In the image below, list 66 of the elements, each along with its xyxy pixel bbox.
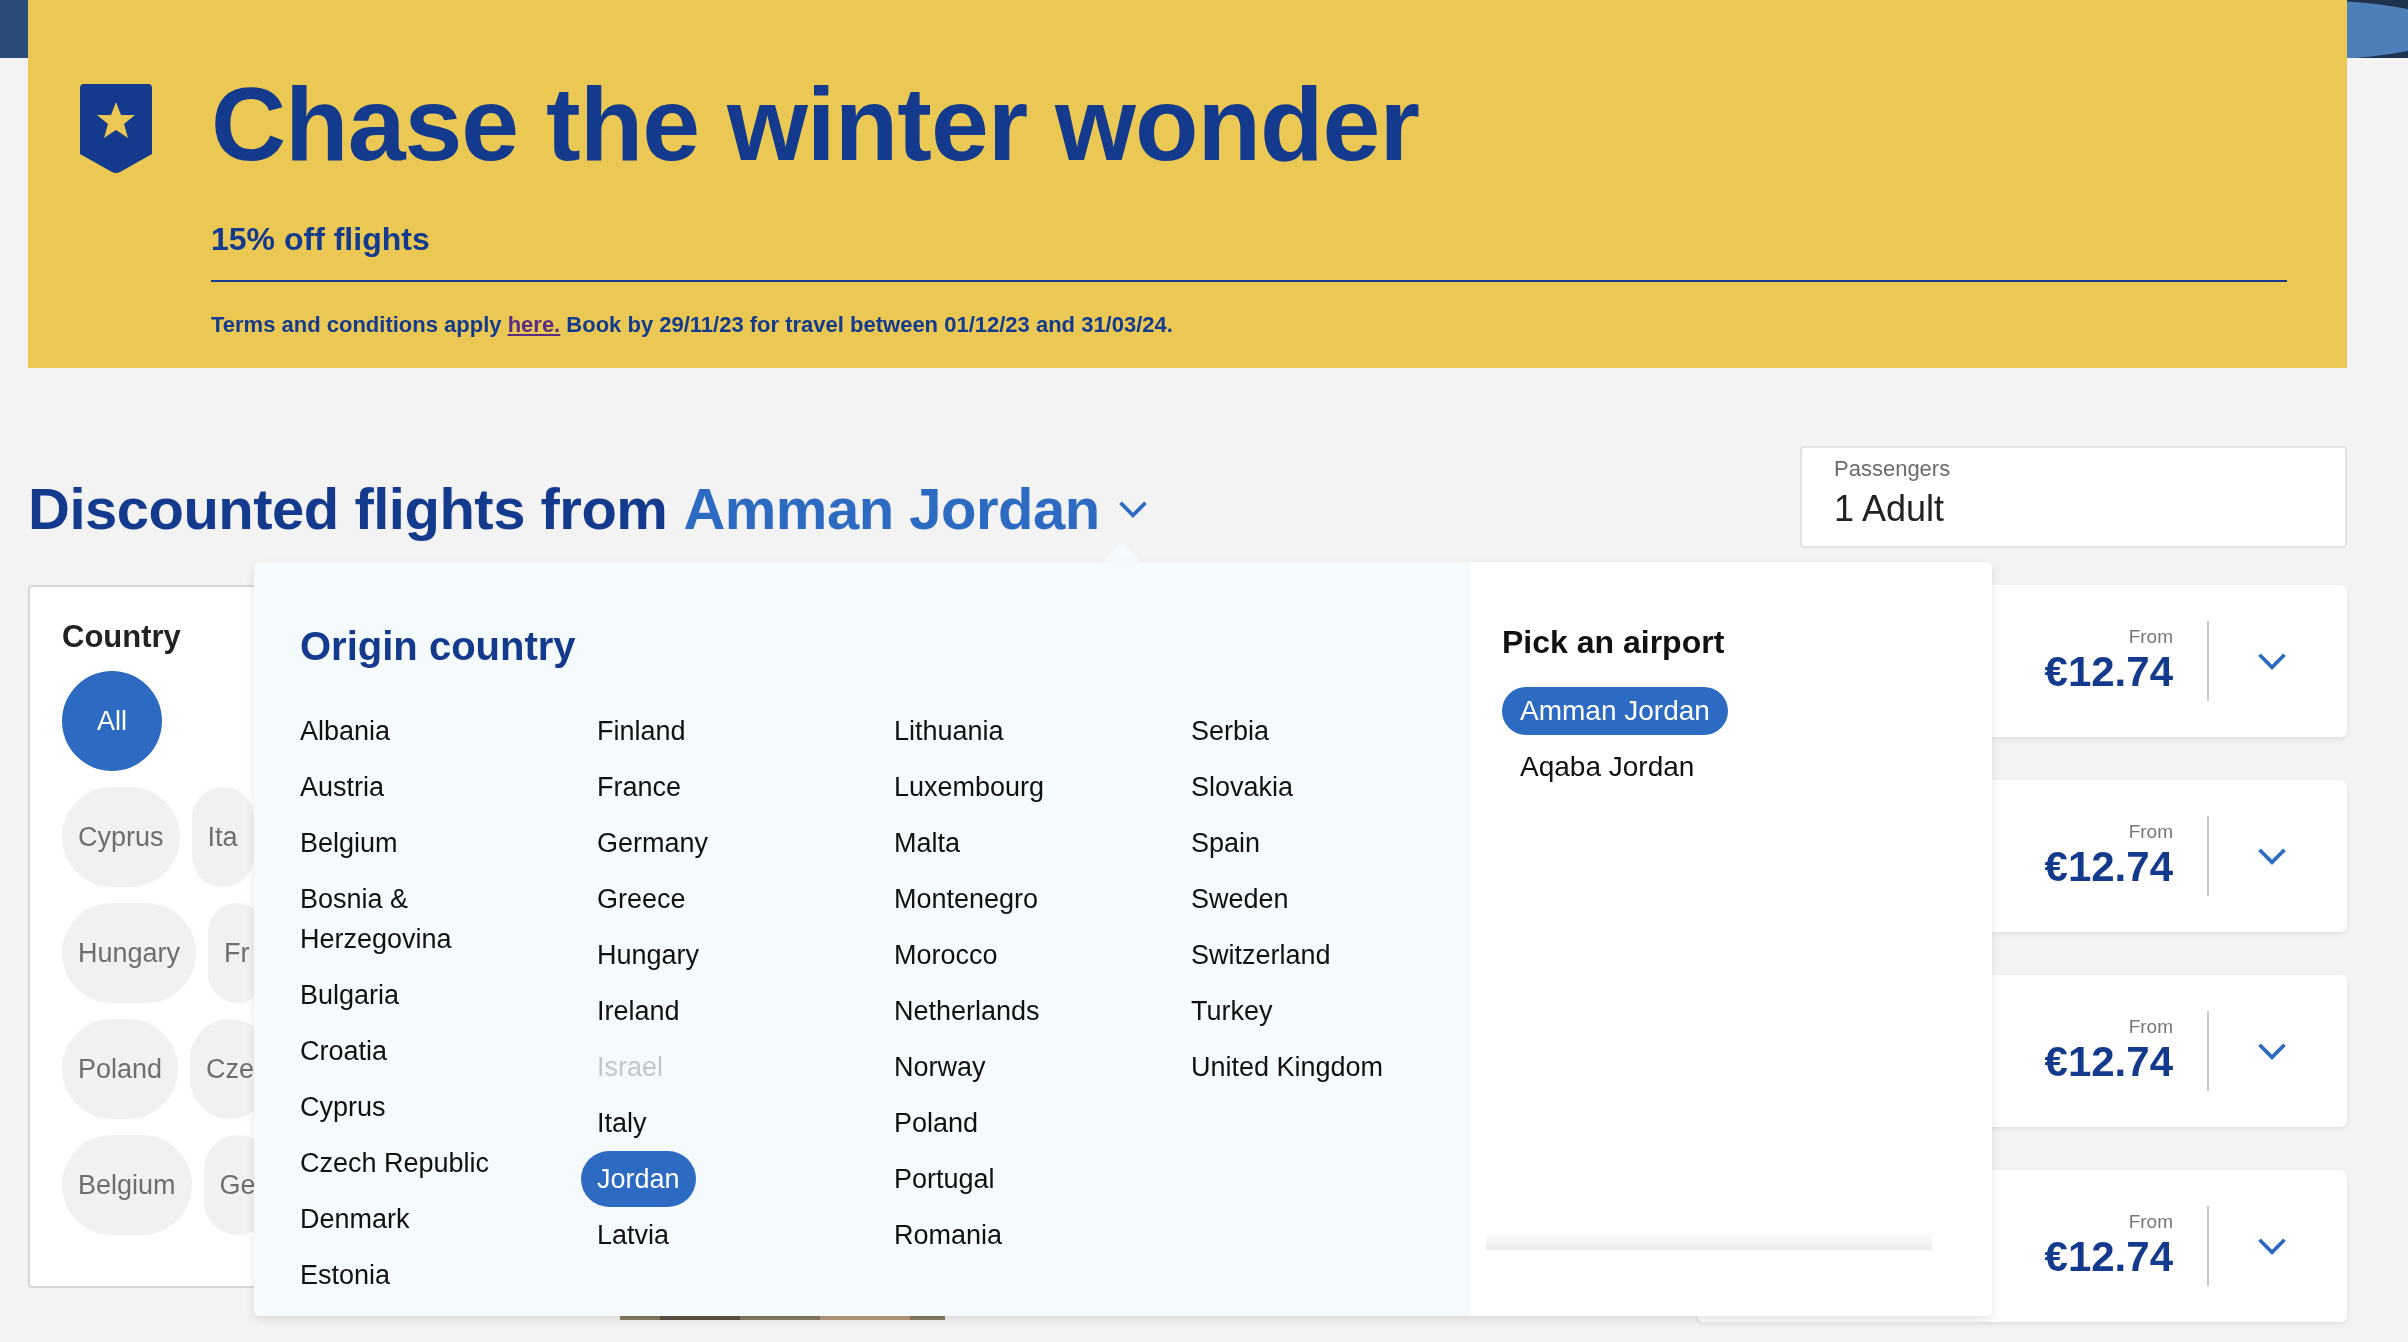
banner-subtitle: 15% off flights — [211, 220, 431, 258]
country-option[interactable]: Sweden — [1175, 871, 1305, 927]
from-label: From — [2128, 821, 2173, 843]
chevron-down-icon[interactable] — [2257, 1042, 2287, 1060]
country-option[interactable]: Albania — [284, 703, 407, 759]
from-label: From — [2128, 1016, 2173, 1038]
country-option[interactable]: Jordan — [581, 1151, 696, 1207]
from-label: From — [2128, 1211, 2173, 1233]
fare-price: €12.74 — [2044, 843, 2173, 891]
country-chip[interactable]: Poland — [62, 1019, 179, 1119]
country-option[interactable]: Netherlands — [878, 983, 1056, 1039]
country-option[interactable]: Estonia — [284, 1247, 407, 1303]
country-option[interactable]: Ireland — [581, 983, 696, 1039]
country-chip[interactable]: All — [62, 671, 162, 771]
country-option[interactable]: Finland — [581, 703, 702, 759]
country-option[interactable]: Slovakia — [1175, 759, 1310, 815]
fare-price: €12.74 — [2044, 1038, 2173, 1086]
country-option[interactable]: Serbia — [1175, 703, 1286, 759]
origin-selector[interactable]: Amman Jordan — [683, 475, 1148, 542]
chevron-down-icon — [1117, 499, 1148, 518]
fare-price: €12.74 — [2044, 1233, 2173, 1281]
country-option[interactable]: Austria — [284, 759, 401, 815]
country-chip[interactable]: Ita — [191, 787, 254, 887]
country-option[interactable]: France — [581, 759, 698, 815]
airport-option[interactable]: Amman Jordan — [1502, 687, 1728, 735]
country-chip[interactable]: Cyprus — [62, 787, 180, 887]
fare-price: €12.74 — [2044, 648, 2173, 696]
country-option[interactable]: Montenegro — [878, 871, 1055, 927]
country-option[interactable]: Malta — [878, 815, 977, 871]
country-option[interactable]: Denmark — [284, 1191, 426, 1247]
dropdown-title: Origin country — [300, 624, 577, 669]
country-option[interactable]: United Kingdom — [1175, 1039, 1400, 1095]
filter-title: Country — [62, 619, 181, 655]
country-option[interactable]: Norway — [878, 1039, 1002, 1095]
section-heading: Discounted flights from — [28, 475, 668, 542]
country-option[interactable]: Luxembourg — [878, 759, 1061, 815]
shield-star-icon — [80, 84, 152, 174]
country-option[interactable]: Lithuania — [878, 703, 1020, 759]
country-option[interactable]: Germany — [581, 815, 725, 871]
country-option[interactable]: Portugal — [878, 1151, 1011, 1207]
country-option[interactable]: Hungary — [581, 927, 716, 983]
country-option[interactable]: Bosnia & Herzegovina — [284, 871, 534, 967]
chevron-down-icon[interactable] — [2257, 847, 2287, 865]
country-option[interactable]: Morocco — [878, 927, 1014, 983]
country-option[interactable]: Belgium — [284, 815, 414, 871]
country-option[interactable]: Cyprus — [284, 1079, 402, 1135]
terms-text: Terms and conditions apply here. Book by 29/11/23 for travel between 01/12/23 and 31/03/24. — [211, 311, 1174, 338]
chevron-down-icon[interactable] — [2257, 652, 2287, 670]
passengers-field[interactable]: Passengers 1 Adult — [1800, 446, 2347, 548]
country-option[interactable]: Romania — [878, 1207, 1019, 1263]
country-option[interactable]: Italy — [581, 1095, 663, 1151]
country-option[interactable]: Croatia — [284, 1023, 404, 1079]
country-option[interactable]: Switzerland — [1175, 927, 1347, 983]
country-option[interactable]: Bulgaria — [284, 967, 416, 1023]
country-option[interactable]: Czech Republic — [284, 1135, 506, 1191]
terms-link[interactable]: here. — [507, 311, 561, 337]
country-chip[interactable]: Belgium — [62, 1135, 192, 1235]
country-option[interactable]: Turkey — [1175, 983, 1289, 1039]
country-option[interactable]: Latvia — [581, 1207, 686, 1263]
banner-title: Chase the winter wonder — [211, 65, 1420, 184]
country-option[interactable]: Greece — [581, 871, 702, 927]
from-label: From — [2128, 626, 2173, 648]
country-option[interactable]: Spain — [1175, 815, 1277, 871]
chevron-down-icon[interactable] — [2257, 1237, 2287, 1255]
country-chip[interactable]: Hungary — [62, 903, 197, 1003]
country-option[interactable]: Poland — [878, 1095, 995, 1151]
